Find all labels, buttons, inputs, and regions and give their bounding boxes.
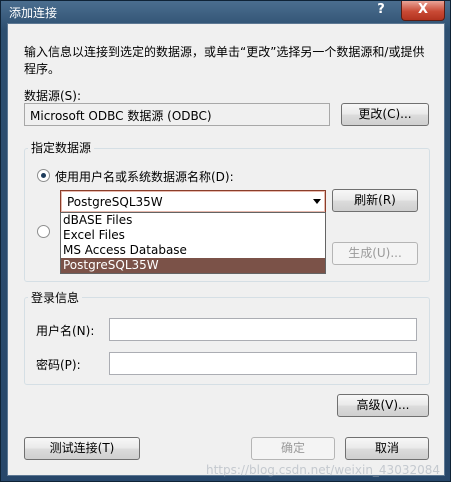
specify-datasource-title: 指定数据源 bbox=[28, 139, 95, 156]
cancel-button[interactable]: 取消 bbox=[345, 437, 429, 460]
dsn-combobox-value: PostgreSQL35W bbox=[67, 195, 163, 209]
dropdown-option-postgresql[interactable]: PostgreSQL35W bbox=[61, 258, 325, 273]
dsn-combobox[interactable]: PostgreSQL35W bbox=[60, 190, 326, 213]
dropdown-option-excel[interactable]: Excel Files bbox=[61, 228, 325, 243]
close-icon: X bbox=[417, 2, 429, 17]
radio-selected-dot bbox=[41, 173, 46, 178]
dsn-dropdown-list: dBASE Files Excel Files MS Access Databa… bbox=[60, 212, 326, 274]
username-input[interactable] bbox=[109, 318, 417, 341]
change-button[interactable]: 更改(C)... bbox=[341, 103, 429, 126]
help-button[interactable]: ? bbox=[369, 1, 393, 21]
use-dsn-radio[interactable] bbox=[37, 169, 50, 182]
description-text: 输入信息以连接到选定的数据源，或单击“更改”选择另一个数据源和/或提供程序。 bbox=[24, 45, 425, 76]
generate-button[interactable]: 生成(U)... bbox=[332, 242, 418, 265]
chevron-down-icon[interactable] bbox=[313, 199, 321, 204]
password-label: 密码(P): bbox=[36, 358, 81, 372]
window-title: 添加连接 bbox=[9, 6, 58, 20]
username-label: 用户名(N): bbox=[36, 324, 95, 338]
watermark: https://blog.csdn.net/weixin_43032084 bbox=[205, 463, 440, 477]
password-input[interactable] bbox=[109, 352, 417, 375]
test-connection-button[interactable]: 测试连接(T) bbox=[24, 437, 140, 460]
datasource-field: Microsoft ODBC 数据源 (ODBC) bbox=[24, 103, 330, 126]
login-info-title: 登录信息 bbox=[28, 289, 83, 306]
dialog-body: 输入信息以连接到选定的数据源，或单击“更改”选择另一个数据源和/或提供程序。 数… bbox=[7, 23, 445, 476]
title-bar[interactable]: 添加连接 ? X bbox=[1, 1, 450, 23]
close-button[interactable]: X bbox=[401, 1, 445, 21]
advanced-button[interactable]: 高级(V)... bbox=[337, 394, 429, 417]
refresh-button[interactable]: 刷新(R) bbox=[332, 189, 418, 212]
use-connection-string-radio[interactable] bbox=[37, 225, 50, 238]
dropdown-option-msaccess[interactable]: MS Access Database bbox=[61, 243, 325, 258]
dropdown-option-dbase[interactable]: dBASE Files bbox=[61, 213, 325, 228]
use-dsn-label[interactable]: 使用用户名或系统数据源名称(D): bbox=[55, 168, 234, 185]
datasource-label: 数据源(S): bbox=[24, 89, 82, 103]
ok-button[interactable]: 确定 bbox=[251, 437, 335, 460]
dialog-window: 添加连接 ? X 输入信息以连接到选定的数据源，或单击“更改”选择另一个数据源和… bbox=[0, 0, 451, 482]
